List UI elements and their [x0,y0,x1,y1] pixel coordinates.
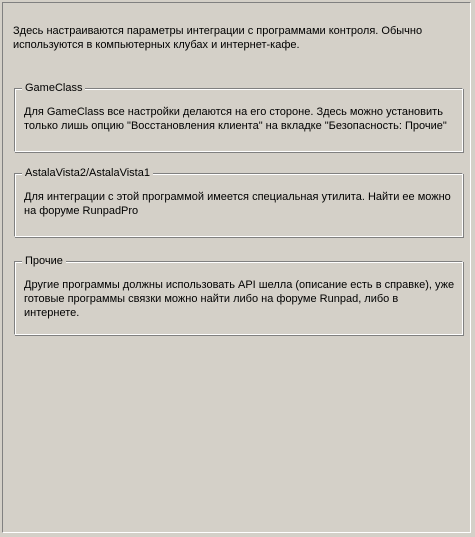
settings-panel: Здесь настраиваются параметры интеграции… [2,2,471,533]
gameclass-group-title: GameClass [22,81,86,95]
other-group-title: Прочие [22,254,66,268]
gameclass-description: Для GameClass все настройки делаются на … [24,106,447,132]
other-groupbox: Прочие Другие программы должны использов… [14,254,463,335]
astalavista-groupbox: AstalaVista2/AstalaVista1 Для интеграции… [14,166,463,237]
intro-text: Здесь настраиваются параметры интеграции… [13,25,423,51]
astalavista-description: Для интеграции с этой программой имеется… [24,191,451,217]
gameclass-groupbox: GameClass Для GameClass все настройки де… [14,81,463,152]
other-description: Другие программы должны использовать API… [24,279,455,319]
astalavista-group-title: AstalaVista2/AstalaVista1 [22,166,153,180]
